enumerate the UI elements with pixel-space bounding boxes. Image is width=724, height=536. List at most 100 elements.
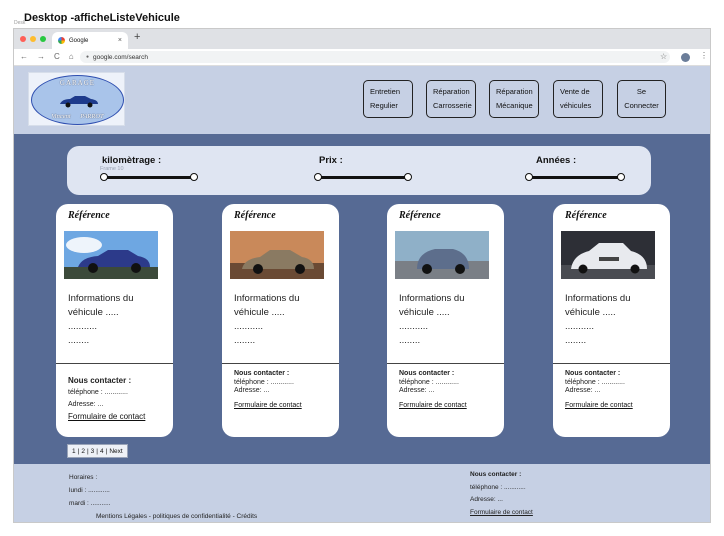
window-controls: [20, 36, 46, 42]
price-range-slider[interactable]: [314, 173, 412, 181]
back-icon[interactable]: ←: [20, 52, 28, 61]
card-reference: Référence: [565, 210, 607, 221]
card-divider: [553, 363, 670, 364]
browser-tab[interactable]: Google ×: [52, 32, 128, 49]
year-min-handle[interactable]: [525, 173, 533, 181]
vehicle-card[interactable]: Référence Informations du véhicule .....…: [56, 204, 173, 437]
url-text: google.com/search: [93, 53, 148, 61]
km-filter-label: kilomètrage :: [102, 155, 162, 166]
contact-title: Nous contacter :: [68, 376, 132, 385]
vehicle-photo[interactable]: [561, 231, 655, 279]
frame-title: Desktop -afficheListeVehicule: [24, 12, 180, 24]
contact-form-link[interactable]: Formulaire de contact: [234, 402, 302, 411]
nav-carrosserie-button[interactable]: Réparation Carrosserie: [426, 80, 476, 118]
vehicle-card[interactable]: Référence Informations du véhicule .....…: [222, 204, 339, 437]
price-max-handle[interactable]: [404, 173, 412, 181]
browser-window: Google × + ← → C ⌂ ● google.com/search ☆…: [13, 28, 711, 523]
tab-close-icon[interactable]: ×: [118, 37, 122, 44]
contact-phone: téléphone : ............: [234, 378, 294, 386]
profile-avatar[interactable]: [681, 53, 690, 62]
vehicle-info: Informations du véhicule ..... .........…: [399, 293, 465, 346]
footer-contact: Nous contacter : téléphone : ...........…: [470, 469, 533, 519]
close-window-icon[interactable]: [20, 36, 26, 42]
vehicle-info: Informations du véhicule ..... .........…: [234, 293, 300, 346]
bookmark-star-icon[interactable]: ☆: [660, 52, 667, 61]
hours-monday: lundi : ............: [69, 487, 110, 494]
url-input[interactable]: ● google.com/search: [80, 51, 670, 63]
card-contact: Nous contacter : téléphone : ...........…: [399, 370, 467, 410]
card-reference: Référence: [234, 210, 276, 221]
vehicle-card[interactable]: Référence Informations du véhicule .....…: [553, 204, 670, 437]
vehicle-card[interactable]: Référence Informations du véhicule .....…: [387, 204, 504, 437]
footer-address: Adresse: ...: [470, 496, 503, 503]
footer-contact-title: Nous contacter :: [470, 471, 522, 478]
contact-address: Adresse: ...: [234, 387, 270, 394]
logo-line1: GARAGE: [59, 79, 96, 87]
opening-hours: Horaires : lundi : ............ mardi : …: [69, 471, 111, 510]
next-page-link[interactable]: Next: [108, 448, 123, 455]
nav-entretien-button[interactable]: Entretien Regulier: [363, 80, 413, 118]
logo-car-icon: [60, 96, 98, 108]
contact-form-link[interactable]: Formulaire de contact: [399, 402, 467, 411]
nav-vente-button[interactable]: Vente de véhicules: [553, 80, 603, 118]
site-footer: Horaires : lundi : ............ mardi : …: [14, 464, 710, 522]
logo-line2: Vincent PARROT: [51, 113, 104, 120]
nav-connect-button[interactable]: Se Connecter: [617, 80, 666, 118]
km-range-slider[interactable]: [100, 173, 198, 181]
pagination: 1 | 2 | 3 | 4 | Next: [67, 444, 128, 458]
km-filter-hint: Frame 10: [100, 166, 124, 172]
contact-address: Adresse: ...: [399, 387, 435, 394]
km-max-handle[interactable]: [190, 173, 198, 181]
page-bottom-border: [14, 522, 711, 523]
price-min-handle[interactable]: [314, 173, 322, 181]
card-divider: [56, 363, 173, 364]
card-contact: Nous contacter : téléphone : ...........…: [234, 370, 302, 410]
filter-panel: kilomètrage : Frame 10 Prix : Années :: [67, 146, 651, 195]
reload-icon[interactable]: C: [54, 52, 60, 61]
lock-icon: ●: [86, 54, 90, 60]
card-divider: [387, 363, 504, 364]
card-reference: Référence: [68, 210, 110, 221]
site-header: GARAGE Vincent PARROT Entretien Regulier…: [14, 66, 710, 134]
nav-mecanique-button[interactable]: Réparation Mécanique: [489, 80, 539, 118]
hours-title: Horaires :: [69, 474, 98, 481]
contact-phone: téléphone : ............: [399, 378, 459, 386]
price-filter-label: Prix :: [319, 155, 343, 166]
vehicle-info: Informations du véhicule ..... .........…: [565, 293, 631, 346]
address-bar: ← → C ⌂ ● google.com/search ☆ ⋮: [14, 49, 710, 66]
contact-form-link[interactable]: Formulaire de contact: [565, 402, 633, 411]
tab-bar: Google × +: [14, 29, 710, 49]
year-max-handle[interactable]: [617, 173, 625, 181]
footer-contact-form-link[interactable]: Formulaire de contact: [470, 507, 533, 520]
contact-address: Adresse: ...: [565, 387, 601, 394]
minimize-window-icon[interactable]: [30, 36, 36, 42]
contact-title: Nous contacter :: [565, 370, 621, 377]
card-contact: Nous contacter : téléphone : ...........…: [68, 375, 145, 423]
contact-form-link[interactable]: Formulaire de contact: [68, 411, 145, 423]
home-icon[interactable]: ⌂: [69, 52, 74, 61]
maximize-window-icon[interactable]: [40, 36, 46, 42]
card-reference: Référence: [399, 210, 441, 221]
vehicle-info: Informations du véhicule ..... .........…: [68, 293, 134, 346]
contact-title: Nous contacter :: [399, 370, 455, 377]
year-filter-label: Années :: [536, 155, 577, 166]
frame-subtitle: Desk: [14, 20, 26, 26]
contact-address: Adresse: ...: [68, 401, 104, 408]
logo-emblem: GARAGE Vincent PARROT: [31, 75, 124, 125]
page-content: GARAGE Vincent PARROT Entretien Regulier…: [14, 66, 711, 523]
contact-title: Nous contacter :: [234, 370, 290, 377]
legal-links[interactable]: Mentions Légales - politiques de confide…: [96, 513, 257, 520]
vehicle-photo[interactable]: [230, 231, 324, 279]
km-min-handle[interactable]: [100, 173, 108, 181]
vehicle-photo[interactable]: [64, 231, 158, 279]
year-range-slider[interactable]: [525, 173, 625, 181]
forward-icon[interactable]: →: [37, 52, 45, 61]
garage-logo[interactable]: GARAGE Vincent PARROT: [28, 72, 125, 126]
card-contact: Nous contacter : téléphone : ...........…: [565, 370, 633, 410]
vehicle-photo[interactable]: [395, 231, 489, 279]
browser-menu-icon[interactable]: ⋮: [700, 51, 708, 60]
new-tab-icon[interactable]: +: [134, 31, 140, 43]
contact-phone: téléphone : ............: [68, 389, 128, 396]
tab-title: Google: [69, 37, 89, 44]
google-icon: [58, 37, 65, 44]
